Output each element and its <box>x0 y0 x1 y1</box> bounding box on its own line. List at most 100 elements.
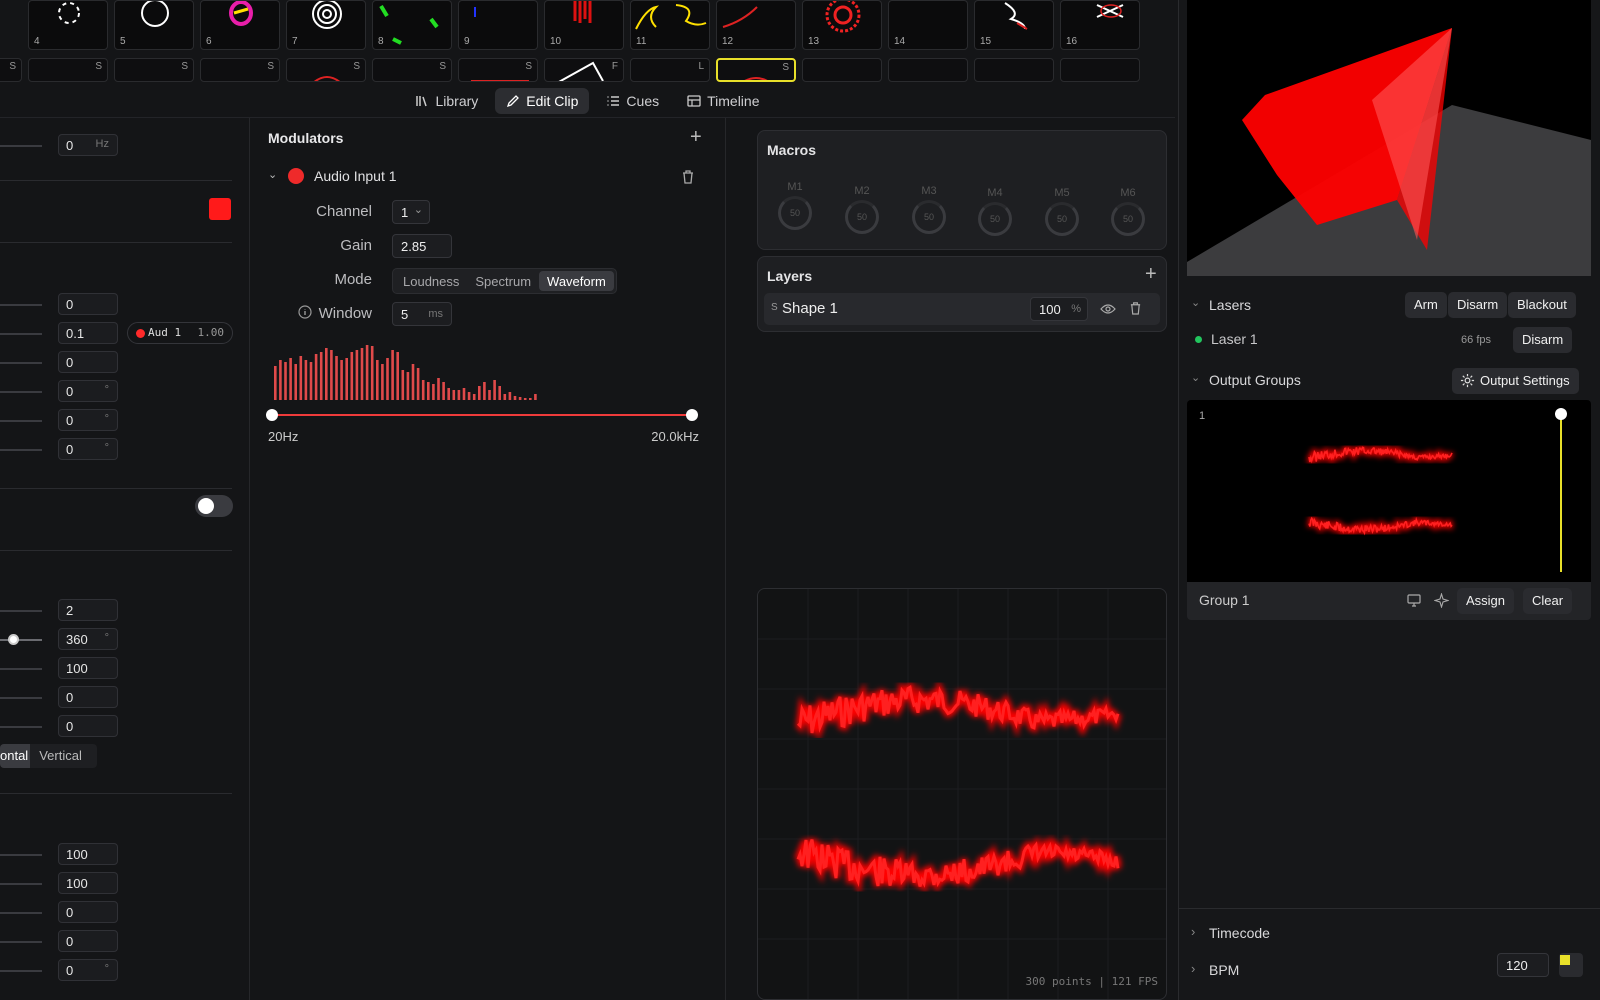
param-slider[interactable] <box>0 145 42 147</box>
param-field[interactable]: 2 <box>58 599 118 621</box>
clip-slot[interactable]: L <box>630 58 710 82</box>
clip-slot-13[interactable]: 13 <box>802 0 882 50</box>
tap-tempo-button[interactable] <box>1559 953 1583 977</box>
clip-slot-8[interactable]: 8 <box>372 0 452 50</box>
macro-knob-m4[interactable]: 50 <box>978 202 1012 236</box>
param-field[interactable]: 100 <box>58 843 118 865</box>
tab-timeline[interactable]: Timeline <box>676 88 770 114</box>
macro-knob-m5[interactable]: 50 <box>1045 202 1079 236</box>
chevron-down-icon[interactable]: ⌄ <box>1191 371 1200 384</box>
add-modulator-icon[interactable]: + <box>690 126 702 149</box>
chevron-down-icon[interactable]: ⌄ <box>1191 296 1200 309</box>
chevron-down-icon[interactable]: ⌄ <box>268 168 277 181</box>
clip-slot[interactable]: S <box>200 58 280 82</box>
param-field[interactable]: 0 <box>58 715 118 737</box>
laser-preview[interactable]: 300 points | 121 FPS <box>757 588 1167 1000</box>
clip-slot-9[interactable]: 9 <box>458 0 538 50</box>
clip-slot[interactable] <box>802 58 882 82</box>
clip-slot-5[interactable]: 5 <box>114 0 194 50</box>
chevron-right-icon[interactable]: › <box>1191 961 1195 976</box>
clip-slot-16[interactable]: 16 <box>1060 0 1140 50</box>
range-min-handle[interactable] <box>266 409 278 421</box>
timecode-title[interactable]: Timecode <box>1209 925 1270 941</box>
sparkle-icon[interactable] <box>1434 593 1449 608</box>
clip-slot[interactable] <box>974 58 1054 82</box>
layer-opacity-input[interactable]: 100% <box>1030 297 1088 321</box>
param-slider[interactable] <box>0 449 42 451</box>
add-layer-icon[interactable]: + <box>1145 263 1157 286</box>
param-slider[interactable] <box>0 639 42 641</box>
param-slider[interactable] <box>0 391 42 393</box>
clip-slot[interactable]: S <box>372 58 452 82</box>
clip-slot-6[interactable]: 6 <box>200 0 280 50</box>
macro-knob-m2[interactable]: 50 <box>845 200 879 234</box>
param-slider[interactable] <box>0 333 42 335</box>
param-slider[interactable] <box>0 970 42 972</box>
macro-knob-m3[interactable]: 50 <box>912 200 946 234</box>
arm-button[interactable]: Arm <box>1405 292 1447 318</box>
param-field[interactable]: 0 <box>58 293 118 315</box>
clip-slot[interactable]: F <box>544 58 624 82</box>
param-slider[interactable] <box>0 883 42 885</box>
param-slider[interactable] <box>0 610 42 612</box>
slider-handle[interactable] <box>8 634 19 645</box>
clip-slot-14[interactable]: 14 <box>888 0 968 50</box>
gain-input[interactable]: 2.85 <box>392 234 452 258</box>
orientation-vertical[interactable]: Vertical <box>30 744 91 768</box>
param-field[interactable]: 0 ° <box>58 409 118 431</box>
chevron-right-icon[interactable]: › <box>1191 924 1195 939</box>
range-max-handle[interactable] <box>686 409 698 421</box>
orientation-horizontal[interactable]: ontal <box>0 744 31 768</box>
param-field[interactable]: 0.1 <box>58 322 118 344</box>
mode-spectrum[interactable]: Spectrum <box>467 271 539 291</box>
mode-waveform[interactable]: Waveform <box>539 271 614 291</box>
eye-icon[interactable] <box>1100 303 1116 315</box>
assign-button[interactable]: Assign <box>1457 588 1515 614</box>
trash-icon[interactable] <box>681 169 695 184</box>
clip-slot-12[interactable]: 12 <box>716 0 796 50</box>
clip-slot-4[interactable]: 4 <box>28 0 108 50</box>
param-field[interactable]: 0 ° <box>58 959 118 981</box>
param-field[interactable]: 0 <box>58 930 118 952</box>
color-swatch[interactable] <box>209 198 231 220</box>
param-field[interactable]: 0 <box>58 901 118 923</box>
clip-slot[interactable]: S <box>114 58 194 82</box>
param-field[interactable]: 100 <box>58 657 118 679</box>
clip-slot-11[interactable]: 11 <box>630 0 710 50</box>
param-field[interactable]: 0 ° <box>58 438 118 460</box>
macro-knob-m6[interactable]: 50 <box>1111 202 1145 236</box>
clip-slot-10[interactable]: 10 <box>544 0 624 50</box>
param-slider[interactable] <box>0 697 42 699</box>
modulation-badge[interactable]: Aud 1 1.00 <box>127 322 233 344</box>
clip-slot[interactable]: S <box>458 58 538 82</box>
trash-icon[interactable] <box>1129 301 1142 315</box>
clip-slot[interactable]: S <box>286 58 366 82</box>
clip-slot[interactable]: S <box>0 58 22 82</box>
clip-slot[interactable]: S <box>28 58 108 82</box>
param-field[interactable]: 100 <box>58 872 118 894</box>
group-level-slider[interactable] <box>1560 410 1562 572</box>
param-field[interactable]: 0 <box>58 686 118 708</box>
group-preview[interactable]: 1 <box>1187 400 1591 582</box>
modulator-name[interactable]: Audio Input 1 <box>314 168 397 184</box>
param-slider[interactable] <box>0 668 42 670</box>
laser-name[interactable]: Laser 1 <box>1211 331 1258 347</box>
param-field[interactable]: 360 ° <box>58 628 118 650</box>
bpm-input[interactable]: 120 <box>1497 953 1549 977</box>
window-input[interactable]: 5 ms <box>392 302 452 326</box>
param-field[interactable]: 0 ° <box>58 380 118 402</box>
channel-select[interactable]: 1 ⌄ <box>392 200 430 224</box>
toggle-switch[interactable] <box>195 495 233 517</box>
param-slider[interactable] <box>0 941 42 943</box>
clip-slot-selected[interactable]: S <box>716 58 796 82</box>
frequency-range-track[interactable] <box>272 414 692 416</box>
bpm-title[interactable]: BPM <box>1209 962 1239 978</box>
param-slider[interactable] <box>0 854 42 856</box>
clip-slot-7[interactable]: 7 <box>286 0 366 50</box>
blackout-button[interactable]: Blackout <box>1508 292 1576 318</box>
tab-library[interactable]: Library <box>404 88 489 114</box>
monitor-icon[interactable] <box>1407 594 1421 607</box>
clear-button[interactable]: Clear <box>1523 588 1573 614</box>
tab-cues[interactable]: Cues <box>595 88 670 114</box>
output-settings-button[interactable]: Output Settings <box>1452 368 1579 394</box>
